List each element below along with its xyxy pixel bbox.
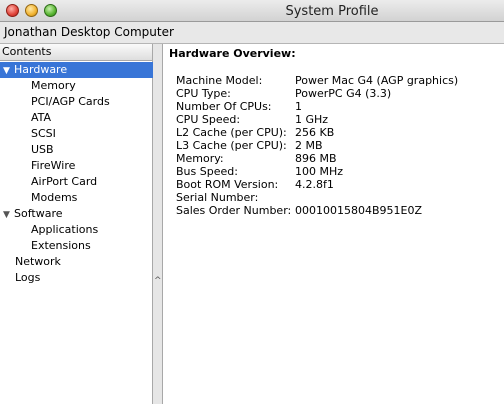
sidebar-item-scsi[interactable]: SCSI: [31, 126, 56, 142]
sidebar-item-label: AirPort Card: [31, 175, 98, 188]
info-value: 2 MB: [295, 139, 323, 152]
computer-name-bar: Jonathan Desktop Computer: [0, 22, 504, 44]
section-title: Hardware Overview:: [169, 47, 296, 60]
sidebar-item-logs[interactable]: Logs: [15, 270, 40, 286]
info-value: 256 KB: [295, 126, 335, 139]
info-label: CPU Speed:: [176, 113, 241, 126]
sidebar-item-usb[interactable]: USB: [31, 142, 54, 158]
computer-name: Jonathan Desktop Computer: [4, 25, 174, 39]
sidebar-item-label: Network: [15, 255, 61, 268]
info-label: CPU Type:: [176, 87, 231, 100]
info-label: Bus Speed:: [176, 165, 238, 178]
info-value: PowerPC G4 (3.3): [295, 87, 392, 100]
info-label: L3 Cache (per CPU):: [176, 139, 287, 152]
info-value: 00010015804B951E0Z: [295, 204, 423, 217]
disclosure-triangle-icon[interactable]: ▼: [3, 207, 14, 223]
info-value: 4.2.8f1: [295, 178, 334, 191]
info-label: Machine Model:: [176, 74, 263, 87]
sidebar-item-software[interactable]: ▼ Software: [3, 206, 63, 222]
sidebar-item-hardware[interactable]: ▼ Hardware: [0, 62, 153, 78]
sidebar-item-label: Logs: [15, 271, 41, 284]
sidebar-item-firewire[interactable]: FireWire: [31, 158, 75, 174]
sidebar-item-ata[interactable]: ATA: [31, 110, 51, 126]
sidebar-item-label: Hardware: [14, 63, 68, 76]
sidebar-item-label: SCSI: [31, 127, 56, 140]
disclosure-triangle-icon[interactable]: ▼: [3, 63, 14, 79]
sidebar-item-label: Extensions: [31, 239, 91, 252]
info-label: Serial Number:: [176, 191, 259, 204]
contents-header[interactable]: Contents: [0, 44, 152, 61]
info-value: 1 GHz: [295, 113, 329, 126]
info-label: Number Of CPUs:: [176, 100, 272, 113]
sidebar-item-label: USB: [31, 143, 54, 156]
sidebar-item-label: Modems: [31, 191, 78, 204]
info-label: Boot ROM Version:: [176, 178, 279, 191]
sidebar-item-label: Applications: [31, 223, 99, 236]
info-value: 1: [295, 100, 302, 113]
info-label: L2 Cache (per CPU):: [176, 126, 287, 139]
hardware-overview-panel: Hardware Overview: Machine Model: Power …: [163, 44, 504, 404]
window-title: System Profile: [285, 4, 379, 19]
sidebar-item-memory[interactable]: Memory: [31, 78, 76, 94]
sidebar-item-label: PCI/AGP Cards: [31, 95, 110, 108]
sidebar-item-label: FireWire: [31, 159, 76, 172]
split-view-divider[interactable]: ^: [153, 44, 163, 404]
info-value: 896 MB: [295, 152, 337, 165]
sidebar-item-airport-card[interactable]: AirPort Card: [31, 174, 97, 190]
title-bar[interactable]: System Profile: [0, 0, 504, 22]
info-label: Memory:: [176, 152, 224, 165]
info-value: Power Mac G4 (AGP graphics): [295, 74, 459, 87]
info-label: Sales Order Number:: [176, 204, 292, 217]
sidebar-item-pci-agp-cards[interactable]: PCI/AGP Cards: [31, 94, 110, 110]
contents-sidebar[interactable]: Contents ▼ Hardware Memory PCI/AGP Cards …: [0, 44, 153, 404]
sidebar-item-extensions[interactable]: Extensions: [31, 238, 91, 254]
sidebar-item-label: Software: [14, 207, 63, 220]
sidebar-item-modems[interactable]: Modems: [31, 190, 77, 206]
sidebar-item-network[interactable]: Network: [15, 254, 61, 270]
sidebar-item-label: ATA: [31, 111, 52, 124]
info-value: 100 MHz: [295, 165, 344, 178]
sidebar-item-applications[interactable]: Applications: [31, 222, 98, 238]
divider-grip-icon[interactable]: ^: [154, 276, 162, 286]
sidebar-item-label: Memory: [31, 79, 76, 92]
